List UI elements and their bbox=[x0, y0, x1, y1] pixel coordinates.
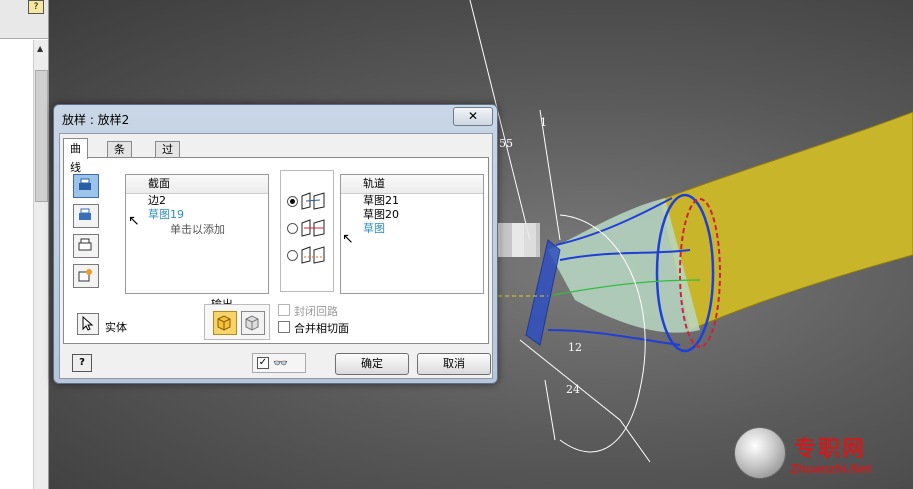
cancel-button[interactable]: 取消 bbox=[417, 353, 491, 375]
scroll-thumb[interactable] bbox=[35, 70, 48, 202]
rails-header: 轨道 bbox=[341, 175, 483, 194]
dimension-label: 55 bbox=[499, 137, 513, 150]
tab-curves[interactable]: 曲线 bbox=[63, 138, 88, 174]
list-item[interactable]: 草图19 bbox=[126, 208, 268, 222]
loft-rails-icon bbox=[301, 192, 325, 210]
surface-cube-icon bbox=[245, 315, 259, 331]
output-solid-button[interactable] bbox=[213, 311, 237, 335]
help-icon[interactable]: ? bbox=[28, 0, 44, 14]
checkbox-box[interactable] bbox=[278, 321, 290, 333]
sections-list[interactable]: 截面 边2 草图19 单击以添加 bbox=[125, 174, 269, 294]
dialog-title: 放样 : 放样2 bbox=[62, 113, 130, 127]
browser-toolbar: ? bbox=[0, 0, 48, 39]
dimension-label: 24 bbox=[566, 383, 580, 396]
tab-transition[interactable]: 过渡 bbox=[155, 141, 180, 172]
selection-mode-column bbox=[73, 174, 99, 294]
sections-header: 截面 bbox=[126, 175, 268, 194]
dialog-body: 曲线 条件 过渡 截面 边2 bbox=[59, 133, 493, 379]
soccer-ball-icon bbox=[734, 427, 786, 479]
radio-centerline[interactable] bbox=[287, 218, 331, 238]
loft-dialog: 放样 : 放样2 ✕ 曲线 条件 过渡 bbox=[53, 104, 498, 384]
click-to-add-hint[interactable]: 单击以添加 bbox=[126, 222, 268, 238]
map-point-icon bbox=[78, 269, 92, 282]
output-surface-button[interactable] bbox=[241, 311, 265, 335]
preview-toggle[interactable]: ✓ 👓 bbox=[252, 353, 306, 373]
ok-button[interactable]: 确定 bbox=[335, 353, 409, 375]
scroll-up-icon[interactable]: ▲ bbox=[37, 44, 43, 53]
solid-label: 实体 bbox=[105, 321, 127, 334]
list-item[interactable]: 草图21 bbox=[341, 194, 483, 208]
radio-rails[interactable] bbox=[287, 191, 331, 211]
close-button[interactable]: ✕ bbox=[453, 107, 493, 126]
preview-checkbox[interactable]: ✓ bbox=[257, 357, 269, 369]
browser-scrollbar[interactable]: ▲ bbox=[33, 40, 48, 489]
watermark-logo: 专职网 Zhuanzhi.Net bbox=[730, 425, 910, 485]
list-item[interactable]: 草图20 bbox=[341, 208, 483, 222]
output-group bbox=[204, 304, 270, 340]
printer-icon bbox=[79, 178, 91, 190]
dimension-label: 1 bbox=[540, 116, 547, 129]
radio-area[interactable] bbox=[287, 245, 331, 265]
closed-loop-checkbox[interactable]: 封闭回路 bbox=[278, 303, 478, 318]
merge-tangent-checkbox[interactable]: 合并相切面 bbox=[278, 320, 478, 335]
point-mapping-button[interactable] bbox=[73, 264, 99, 288]
pointer-icon bbox=[82, 315, 94, 331]
printer-icon bbox=[79, 208, 91, 220]
rails-list[interactable]: 轨道 草图21 草图20 草图 bbox=[340, 174, 484, 294]
curves-panel: 截面 边2 草图19 单击以添加 ↖ 轨道 草图21 草图20 草图 ↖ 实体 … bbox=[63, 157, 489, 344]
radio-button[interactable] bbox=[287, 250, 298, 261]
solid-select-button[interactable] bbox=[77, 313, 99, 335]
radio-button[interactable] bbox=[287, 223, 298, 234]
printer-icon bbox=[78, 238, 92, 251]
centerline-select-button[interactable] bbox=[73, 234, 99, 258]
list-item[interactable]: 草图 bbox=[341, 222, 483, 236]
sections-select-button[interactable] bbox=[73, 174, 99, 198]
watermark-text-en: Zhuanzhi.Net bbox=[790, 461, 872, 476]
solid-cube-icon bbox=[217, 315, 231, 331]
loft-area-icon bbox=[301, 246, 325, 264]
checkbox-box[interactable] bbox=[278, 304, 290, 316]
radio-button[interactable] bbox=[287, 196, 298, 207]
merge-tangent-label: 合并相切面 bbox=[294, 322, 349, 335]
loft-centerline-icon bbox=[301, 219, 325, 237]
loft-type-group bbox=[280, 170, 334, 292]
help-button[interactable]: ? bbox=[72, 354, 92, 372]
cursor-icon: ↖ bbox=[128, 213, 140, 229]
list-item[interactable]: 边2 bbox=[126, 194, 268, 208]
closed-loop-label: 封闭回路 bbox=[294, 305, 338, 318]
cursor-icon: ↖ bbox=[342, 231, 354, 247]
rails-select-button[interactable] bbox=[73, 204, 99, 228]
watermark-text-cn: 专职网 bbox=[794, 436, 867, 462]
dimension-label: 12 bbox=[568, 341, 582, 354]
model-browser-panel: ? ▲ bbox=[0, 0, 49, 489]
tab-conditions[interactable]: 条件 bbox=[107, 141, 132, 172]
glasses-icon: 👓 bbox=[273, 356, 288, 370]
